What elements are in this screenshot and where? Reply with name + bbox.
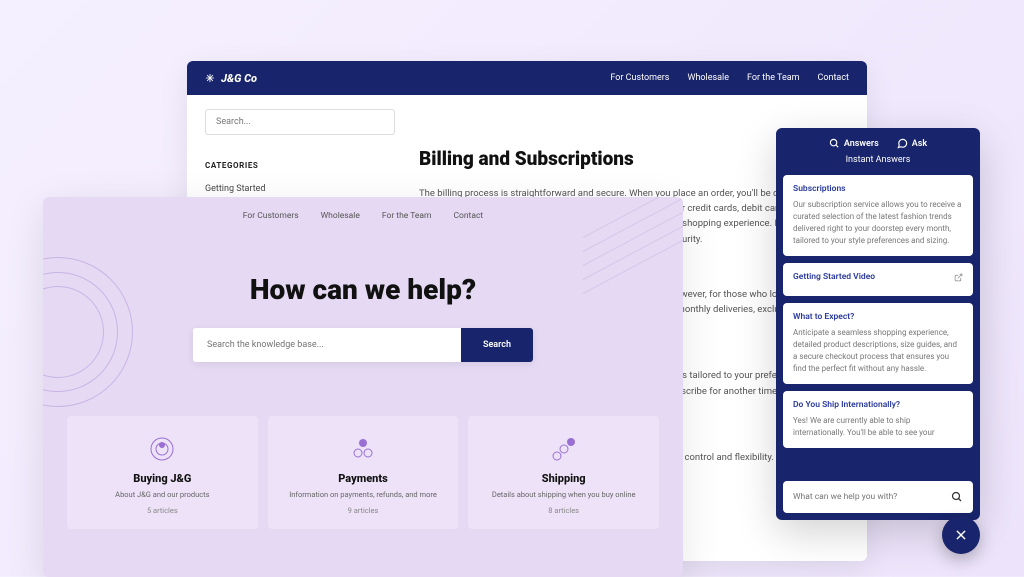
card-title: Payments [280, 472, 447, 485]
kb-nav: For Customers Wholesale For the Team Con… [43, 197, 683, 235]
nav-wholesale[interactable]: Wholesale [687, 73, 729, 83]
widget-search-row [783, 481, 973, 513]
card-buying[interactable]: Buying J&G About J&G and our products 5 … [67, 416, 258, 529]
card-title: Shipping [480, 472, 647, 485]
brand[interactable]: J&G Co [205, 72, 257, 85]
answer-body: Our subscription service allows you to r… [793, 199, 963, 247]
tab-ask[interactable]: Ask [897, 138, 927, 149]
answer-card[interactable]: What to Expect? Anticipate a seamless sh… [783, 303, 973, 384]
category-cards: Buying J&G About J&G and our products 5 … [43, 416, 683, 529]
answer-body: Yes! We are currently able to ship inter… [793, 415, 963, 439]
nav-contact[interactable]: Contact [453, 211, 483, 221]
card-count: 5 articles [79, 506, 246, 515]
kb-home-window: For Customers Wholesale For the Team Con… [43, 197, 683, 577]
answers-widget: Answers Ask Instant Answers Subscription… [776, 128, 980, 520]
card-subtitle: About J&G and our products [79, 490, 246, 499]
close-widget-button[interactable] [942, 516, 980, 554]
answer-body: Anticipate a seamless shopping experienc… [793, 327, 963, 375]
header: J&G Co For Customers Wholesale For the T… [187, 61, 867, 95]
search-input[interactable] [205, 109, 395, 135]
external-link-icon [954, 273, 963, 282]
brand-text: J&G Co [221, 72, 257, 85]
card-payments[interactable]: Payments Information on payments, refund… [268, 416, 459, 529]
sparkle-icon [205, 73, 215, 83]
category-getting-started[interactable]: Getting Started [205, 180, 395, 198]
answer-card[interactable]: Getting Started Video [783, 263, 973, 296]
kb-search-input[interactable] [193, 328, 461, 362]
answer-card[interactable]: Subscriptions Our subscription service a… [783, 175, 973, 256]
nav-customers[interactable]: For Customers [610, 73, 669, 83]
nav-customers[interactable]: For Customers [243, 211, 299, 221]
search-icon [829, 138, 840, 149]
widget-search-input[interactable] [793, 492, 951, 502]
nav-team[interactable]: For the Team [382, 211, 432, 221]
widget-tabs: Answers Ask [776, 128, 980, 155]
nav-team[interactable]: For the Team [747, 73, 800, 83]
hero-title: How can we help? [43, 273, 683, 306]
widget-subtitle: Instant Answers [776, 155, 980, 175]
chain-icon [480, 434, 647, 464]
answer-card[interactable]: Do You Ship Internationally? Yes! We are… [783, 391, 973, 448]
answer-title: Subscriptions [793, 184, 963, 194]
nav-wholesale[interactable]: Wholesale [321, 211, 360, 221]
card-count: 8 articles [480, 506, 647, 515]
kb-search: Search [193, 328, 533, 362]
card-subtitle: Details about shipping when you buy onli… [480, 490, 647, 499]
search-icon[interactable] [951, 491, 963, 503]
kb-search-button[interactable]: Search [461, 328, 533, 362]
answers-list: Subscriptions Our subscription service a… [776, 175, 980, 481]
answer-title: Getting Started Video [793, 272, 963, 282]
nav-contact[interactable]: Contact [818, 73, 849, 83]
card-subtitle: Information on payments, refunds, and mo… [280, 490, 447, 499]
categories-heading: CATEGORIES [205, 161, 395, 170]
answer-title: Do You Ship Internationally? [793, 400, 963, 410]
target-icon [79, 434, 246, 464]
card-title: Buying J&G [79, 472, 246, 485]
tab-answers-label: Answers [844, 139, 879, 149]
card-count: 9 articles [280, 506, 447, 515]
close-icon [954, 528, 968, 542]
answer-title: What to Expect? [793, 312, 963, 322]
tab-ask-label: Ask [912, 139, 927, 149]
primary-nav: For Customers Wholesale For the Team Con… [610, 73, 849, 83]
tab-answers[interactable]: Answers [829, 138, 879, 149]
circles-icon [280, 434, 447, 464]
card-shipping[interactable]: Shipping Details about shipping when you… [468, 416, 659, 529]
chat-icon [897, 138, 908, 149]
